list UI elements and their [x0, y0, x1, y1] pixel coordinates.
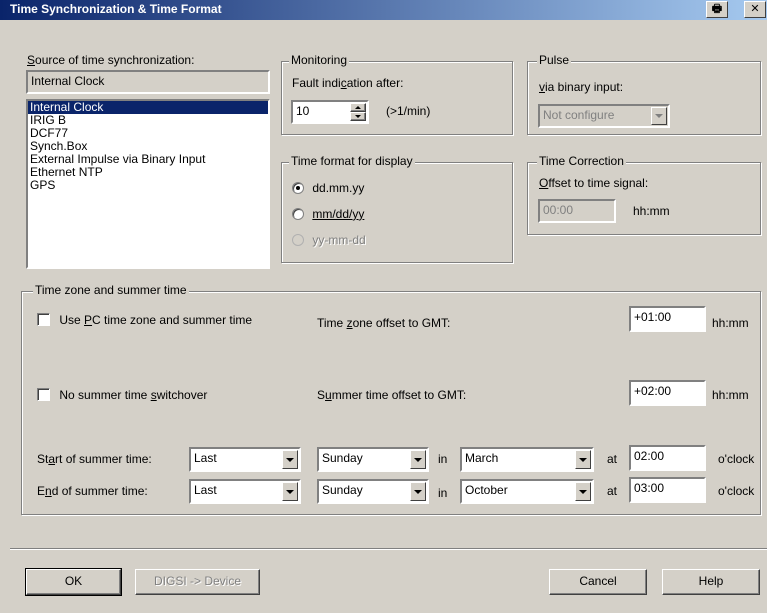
- radio-ddmmyy[interactable]: dd.mm.yy: [292, 180, 364, 195]
- start-week-combobox[interactable]: Last: [189, 447, 301, 472]
- offset-time-signal-value: 00:00: [543, 203, 574, 217]
- no-summer-switchover-label: No summer time switchover: [59, 387, 208, 402]
- timezone-group-label: Time zone and summer time: [33, 283, 189, 297]
- offset-time-signal-unit: hh:mm: [633, 204, 670, 218]
- printer-icon[interactable]: 🖶: [706, 1, 728, 18]
- end-month-dropdown[interactable]: [575, 482, 591, 501]
- pulse-group-label: Pulse: [537, 53, 572, 67]
- time-correction-group-label: Time Correction: [537, 154, 626, 168]
- monitoring-group-label: Monitoring: [289, 53, 350, 67]
- source-label-rest: ource of time synchronization:: [35, 53, 195, 67]
- source-list-item[interactable]: GPS: [28, 179, 268, 192]
- start-month-value: March: [465, 451, 499, 465]
- fault-indication-label: Fault indication after:: [292, 76, 404, 90]
- source-listbox[interactable]: Internal Clock IRIG B DCF77 Synch.Box Extern…: [26, 99, 270, 269]
- end-time-value[interactable]: 03:00: [631, 479, 704, 497]
- end-month-value: October: [465, 483, 508, 497]
- end-time-field[interactable]: 03:00: [629, 477, 706, 503]
- chevron-down-icon: [414, 489, 422, 494]
- summer-offset-label: Summer time offset to GMT:: [317, 388, 467, 402]
- start-month-dropdown[interactable]: [575, 450, 591, 469]
- window-title: Time Synchronization & Time Format: [10, 2, 222, 16]
- end-day-dropdown[interactable]: [410, 482, 426, 501]
- ok-button[interactable]: OK: [25, 568, 122, 596]
- source-list-item[interactable]: Ethernet NTP: [28, 166, 268, 179]
- chevron-down-icon: [655, 114, 663, 118]
- end-oclock-label: o'clock: [718, 484, 755, 498]
- radio-mmddyy-circle[interactable]: [292, 207, 304, 220]
- tz-offset-unit: hh:mm: [712, 316, 749, 330]
- fault-indication-spinner[interactable]: 10: [291, 100, 369, 124]
- use-pc-timezone-box[interactable]: [37, 313, 50, 327]
- radio-mmddyy[interactable]: mm/dd/yy: [292, 206, 364, 221]
- start-week-dropdown[interactable]: [282, 450, 298, 469]
- digsi-to-device-button: DIGSI -> Device: [135, 569, 260, 595]
- end-week-dropdown[interactable]: [282, 482, 298, 501]
- start-day-dropdown[interactable]: [410, 450, 426, 469]
- pulse-combobox: Not configure: [538, 104, 670, 128]
- footer-separator: [10, 548, 767, 550]
- use-pc-timezone-label: Use PC time zone and summer time: [59, 312, 253, 327]
- no-summer-switchover-box[interactable]: [37, 388, 50, 402]
- no-summer-switchover-checkbox[interactable]: No summer time switchover: [37, 387, 207, 402]
- radio-yymmdd: yy-mm-dd: [292, 232, 366, 247]
- fault-indication-unit: (>1/min): [386, 104, 431, 118]
- start-oclock-label: o'clock: [718, 452, 755, 466]
- offset-time-signal-label: Offset to time signal:: [539, 176, 649, 190]
- summer-offset-field[interactable]: +02:00: [629, 380, 706, 406]
- time-format-group-label: Time format for display: [289, 154, 415, 168]
- chevron-down-icon: [579, 457, 587, 462]
- arrow-down-icon: [355, 115, 361, 118]
- radio-mmddyy-label: mm/dd/yy: [312, 206, 365, 221]
- end-month-combobox[interactable]: October: [460, 479, 594, 504]
- arrow-up-icon: [355, 106, 361, 109]
- start-day-combobox[interactable]: Sunday: [317, 447, 429, 472]
- start-time-value[interactable]: 02:00: [631, 447, 704, 465]
- radio-yymmdd-label: yy-mm-dd: [312, 232, 366, 247]
- radio-ddmmyy-circle[interactable]: [292, 181, 304, 194]
- end-week-combobox[interactable]: Last: [189, 479, 301, 504]
- tz-offset-label: Time zone offset to GMT:: [317, 316, 451, 330]
- start-at-label: at: [607, 452, 618, 466]
- end-in-label: in: [438, 486, 448, 500]
- summer-offset-value[interactable]: +02:00: [631, 382, 704, 400]
- chevron-down-icon: [286, 489, 294, 494]
- chevron-down-icon: [579, 489, 587, 494]
- pulse-dropdown-button: [651, 107, 667, 125]
- start-in-label: in: [438, 452, 448, 466]
- end-summer-label: End of summer time:: [37, 484, 148, 498]
- start-time-field[interactable]: 02:00: [629, 445, 706, 471]
- end-day-combobox[interactable]: Sunday: [317, 479, 429, 504]
- chevron-down-icon: [414, 457, 422, 462]
- spinner-up-button[interactable]: [350, 103, 366, 112]
- start-month-combobox[interactable]: March: [460, 447, 594, 472]
- source-label: Source of time synchronization:: [27, 53, 195, 67]
- help-button[interactable]: Help: [662, 569, 760, 595]
- radio-yymmdd-circle: [292, 233, 304, 246]
- cancel-button[interactable]: Cancel: [549, 569, 647, 595]
- source-current-value: Internal Clock: [31, 74, 105, 88]
- summer-offset-unit: hh:mm: [712, 388, 749, 402]
- close-icon[interactable]: ✕: [744, 1, 766, 18]
- source-current-field: Internal Clock: [26, 70, 270, 94]
- chevron-down-icon: [286, 457, 294, 462]
- tz-offset-field[interactable]: +01:00: [629, 306, 706, 332]
- offset-time-signal-field: 00:00: [538, 199, 616, 223]
- pulse-via-label: via binary input:: [539, 80, 624, 94]
- spinner-down-button[interactable]: [350, 112, 366, 121]
- pulse-value: Not configure: [543, 108, 615, 122]
- radio-selected-dot: [296, 185, 300, 190]
- end-at-label: at: [607, 484, 618, 498]
- start-summer-label: Start of summer time:: [37, 452, 152, 466]
- radio-ddmmyy-label: dd.mm.yy: [312, 180, 365, 195]
- tz-offset-value[interactable]: +01:00: [631, 308, 704, 326]
- use-pc-timezone-checkbox[interactable]: Use PC time zone and summer time: [37, 312, 252, 327]
